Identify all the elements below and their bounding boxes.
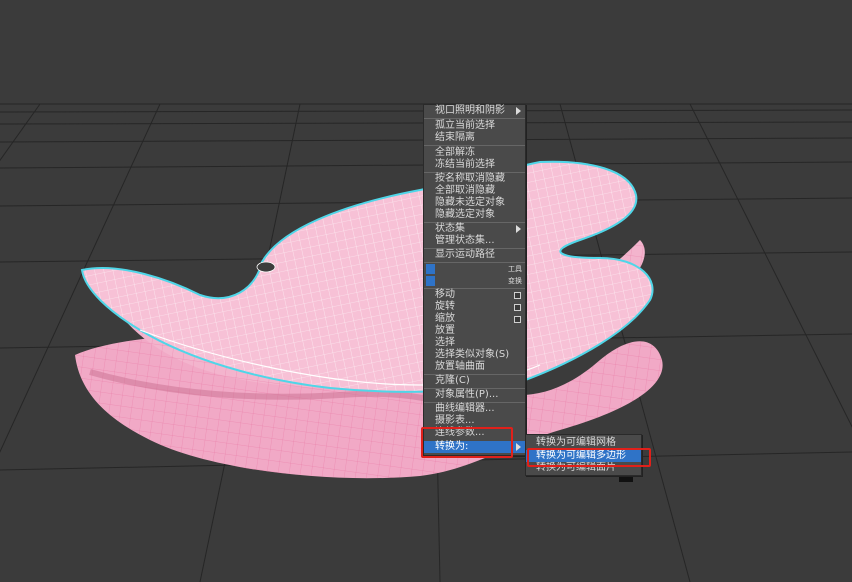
quad-menu: 视口照明和阴影 孤立当前选择 结束隔离 全部解冻 冻结当前选择 按名称取消隐藏 … (423, 104, 526, 456)
menu-item-rotate[interactable]: 旋转 (424, 301, 525, 313)
submenu-arrow-icon (516, 443, 521, 451)
menu-item-curve-editor[interactable]: 曲线编辑器... (424, 403, 525, 415)
menu-item-object-properties[interactable]: 对象属性(P)... (424, 389, 525, 401)
menu-item-move[interactable]: 移动 (424, 289, 525, 301)
menu-item-viewport-lighting[interactable]: 视口照明和阴影 (424, 105, 525, 117)
menu-item-show-motion-paths[interactable]: 显示运动路径 (424, 249, 525, 261)
menu-item-select[interactable]: 选择 (424, 337, 525, 349)
menu-item-state-sets[interactable]: 状态集 (424, 223, 525, 235)
menu-item-unhide-by-name[interactable]: 按名称取消隐藏 (424, 173, 525, 185)
quad-indicator-icon (426, 264, 435, 274)
submenu-arrow-icon (516, 107, 521, 115)
menu-item-select-similar[interactable]: 选择类似对象(S) (424, 349, 525, 361)
annotation-box-convert-to (421, 427, 513, 458)
menu-item-manage-state-sets[interactable]: 管理状态集... (424, 235, 525, 247)
settings-box-icon[interactable] (514, 292, 521, 299)
menu-item-hide-selection[interactable]: 隐藏选定对象 (424, 209, 525, 221)
menu-item-end-isolate[interactable]: 结束隔离 (424, 132, 525, 144)
menu-item-freeze-selection[interactable]: 冻结当前选择 (424, 159, 525, 171)
quad-label-tools[interactable]: 工具 (424, 263, 525, 275)
quad-label-transform[interactable]: 变换 (424, 275, 525, 287)
menu-item-clone[interactable]: 克隆(C) (424, 375, 525, 387)
menu-item-unfreeze-all[interactable]: 全部解冻 (424, 147, 525, 159)
menu-item-place[interactable]: 放置 (424, 325, 525, 337)
settings-box-icon[interactable] (514, 316, 521, 323)
annotation-box-editable-poly (527, 448, 651, 467)
menu-item-unhide-all[interactable]: 全部取消隐藏 (424, 185, 525, 197)
menu-item-dope-sheet[interactable]: 摄影表... (424, 415, 525, 427)
menu-item-isolate-selection[interactable]: 孤立当前选择 (424, 120, 525, 132)
menu-item-place-pivot-surface[interactable]: 放置轴曲面 (424, 361, 525, 373)
menu-item-hide-unselected[interactable]: 隐藏未选定对象 (424, 197, 525, 209)
menu-item-scale[interactable]: 缩放 (424, 313, 525, 325)
settings-box-icon[interactable] (514, 304, 521, 311)
submenu-arrow-icon (516, 225, 521, 233)
quad-indicator-icon (426, 276, 435, 286)
